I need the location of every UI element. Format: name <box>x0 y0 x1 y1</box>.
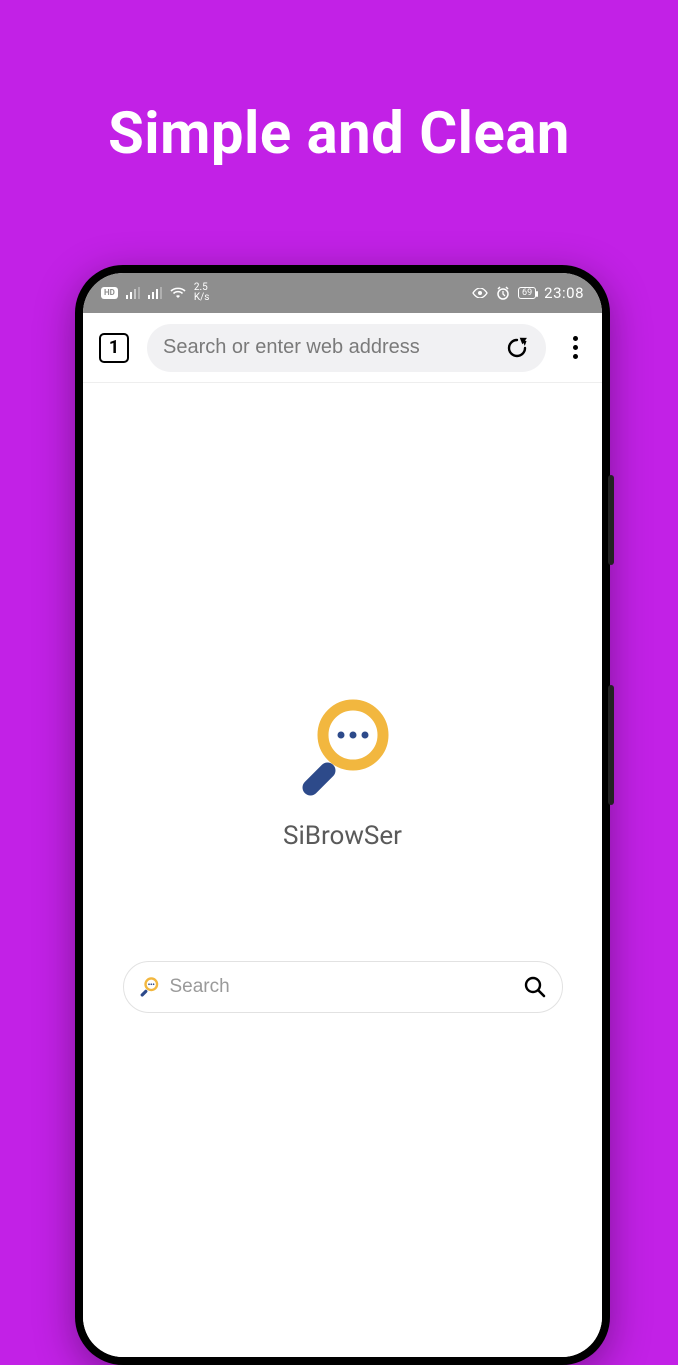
magnifier-logo-small-icon <box>138 976 160 998</box>
phone-side-button <box>608 685 614 805</box>
promo-headline: Simple and Clean <box>0 100 678 168</box>
signal-icon <box>148 287 162 299</box>
status-clock: 23:08 <box>544 284 584 302</box>
signal-icon <box>126 287 140 299</box>
magnifier-logo-icon <box>287 693 397 803</box>
phone-screen: HD <box>83 273 602 1357</box>
network-speed: 2.5 K/s <box>194 283 210 303</box>
page-search-bar[interactable] <box>123 961 563 1013</box>
search-button[interactable] <box>522 974 548 1000</box>
status-bar: HD <box>83 273 602 313</box>
search-icon <box>523 975 547 999</box>
alarm-icon <box>496 286 510 300</box>
hd-badge-icon: HD <box>101 287 118 299</box>
browser-toolbar: 1 <box>83 313 602 383</box>
address-bar[interactable] <box>147 324 546 372</box>
overflow-menu-button[interactable] <box>564 336 586 359</box>
status-left: HD <box>101 283 209 303</box>
wifi-icon <box>170 287 186 299</box>
address-input[interactable] <box>163 336 494 359</box>
app-name-label: SiBrowSer <box>283 821 402 851</box>
battery-icon: 69 <box>518 287 536 300</box>
tab-switcher-button[interactable]: 1 <box>99 333 129 363</box>
reload-button[interactable] <box>504 335 530 361</box>
page-search-input[interactable] <box>170 976 512 998</box>
phone-frame: HD <box>75 265 610 1365</box>
status-right: 69 23:08 <box>472 284 584 302</box>
reload-icon <box>505 336 529 360</box>
eye-icon <box>472 288 488 298</box>
phone-side-button <box>608 475 614 565</box>
app-logo-block: SiBrowSer <box>283 693 402 851</box>
kebab-icon <box>573 336 578 341</box>
page-content: SiBrowSer <box>83 383 602 1357</box>
